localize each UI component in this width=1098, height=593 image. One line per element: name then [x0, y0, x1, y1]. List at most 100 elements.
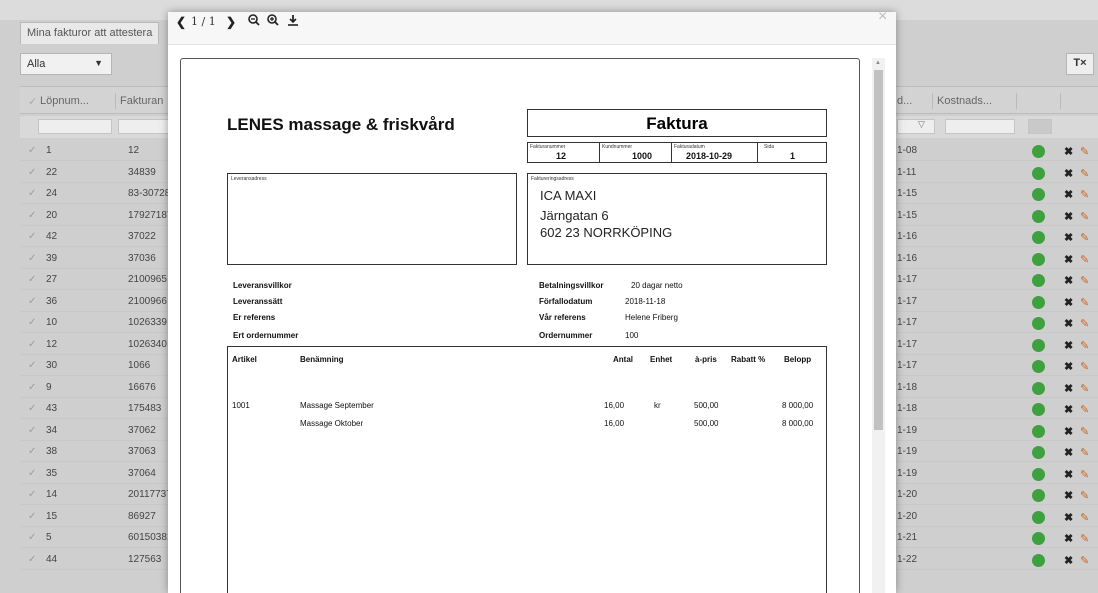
attest-icon[interactable]: ✖ — [1064, 382, 1073, 395]
edit-icon[interactable]: ✎ — [1080, 468, 1089, 481]
attest-icon[interactable]: ✖ — [1064, 532, 1073, 545]
attest-icon[interactable]: ✖ — [1064, 317, 1073, 330]
filter-input-fakturanummer[interactable] — [118, 119, 170, 134]
edit-icon[interactable]: ✎ — [1080, 446, 1089, 459]
attest-icon[interactable]: ✖ — [1064, 468, 1073, 481]
column-header-lopnummer[interactable]: Löpnum... — [40, 95, 89, 107]
label-var-referens: Vår referens — [539, 313, 586, 322]
row-check-icon[interactable]: ✓ — [28, 511, 36, 522]
row-check-icon[interactable]: ✓ — [28, 145, 36, 156]
attest-icon[interactable]: ✖ — [1064, 167, 1073, 180]
filter-input-date[interactable] — [897, 119, 935, 134]
row-check-icon[interactable]: ✓ — [28, 532, 36, 543]
row-check-icon[interactable]: ✓ — [28, 382, 36, 393]
download-icon[interactable] — [285, 12, 301, 34]
pdf-scrollbar[interactable]: ▲ — [872, 58, 885, 593]
zoom-in-icon[interactable] — [265, 12, 281, 34]
row-check-icon[interactable]: ✓ — [28, 231, 36, 242]
value-var-referens: Helene Friberg — [625, 313, 678, 322]
row-check-icon[interactable]: ✓ — [28, 554, 36, 565]
attest-icon[interactable]: ✖ — [1064, 188, 1073, 201]
column-header-rabatt: Rabatt % — [731, 355, 766, 364]
row-check-icon[interactable]: ✓ — [28, 425, 36, 436]
row-fakturanummer: 1066 — [128, 360, 151, 371]
column-header-date[interactable]: d... — [897, 95, 912, 107]
status-ok-icon — [1032, 446, 1045, 459]
row-date: 1-15 — [897, 209, 918, 221]
column-header-fakturanummer[interactable]: Fakturan — [120, 95, 163, 107]
row-check-icon[interactable]: ✓ — [28, 188, 36, 199]
edit-icon[interactable]: ✎ — [1080, 210, 1089, 223]
attest-icon[interactable]: ✖ — [1064, 274, 1073, 287]
row-date: 1-17 — [897, 295, 918, 307]
edit-icon[interactable]: ✎ — [1080, 403, 1089, 416]
attest-icon[interactable]: ✖ — [1064, 231, 1073, 244]
attest-icon[interactable]: ✖ — [1064, 489, 1073, 502]
edit-icon[interactable]: ✎ — [1080, 489, 1089, 502]
scroll-up-icon[interactable]: ▲ — [875, 60, 881, 66]
row-check-icon[interactable]: ✓ — [28, 253, 36, 264]
column-header-kostnadsstalle[interactable]: Kostnads... — [937, 95, 992, 107]
clear-filter-icon[interactable]: T× — [1066, 53, 1094, 75]
row-fakturanummer: 20117737 — [128, 489, 172, 500]
scrollbar-thumb[interactable] — [874, 70, 883, 430]
row-check-icon[interactable]: ✓ — [28, 446, 36, 457]
row-check-icon[interactable]: ✓ — [28, 274, 36, 285]
edit-icon[interactable]: ✎ — [1080, 274, 1089, 287]
attest-icon[interactable]: ✖ — [1064, 296, 1073, 309]
row-lopnummer: 12 — [46, 338, 58, 350]
filter-input-lopnummer[interactable] — [38, 119, 112, 134]
header-checkbox[interactable]: ✓ — [28, 95, 37, 108]
edit-icon[interactable]: ✎ — [1080, 231, 1089, 244]
row-check-icon[interactable]: ✓ — [28, 296, 36, 307]
row-check-icon[interactable]: ✓ — [28, 403, 36, 414]
attest-icon[interactable]: ✖ — [1064, 360, 1073, 373]
attest-icon[interactable]: ✖ — [1064, 403, 1073, 416]
next-page-icon[interactable]: ❯ — [226, 12, 236, 34]
edit-icon[interactable]: ✎ — [1080, 554, 1089, 567]
edit-icon[interactable]: ✎ — [1080, 360, 1089, 373]
attest-icon[interactable]: ✖ — [1064, 511, 1073, 524]
edit-icon[interactable]: ✎ — [1080, 425, 1089, 438]
attest-icon[interactable]: ✖ — [1064, 339, 1073, 352]
row-check-icon[interactable]: ✓ — [28, 167, 36, 178]
chevron-down-icon: ▼ — [94, 58, 103, 68]
row-check-icon[interactable]: ✓ — [28, 339, 36, 350]
attest-icon[interactable]: ✖ — [1064, 446, 1073, 459]
status-filter-select[interactable]: Alla ▼ — [20, 53, 112, 75]
row-check-icon[interactable]: ✓ — [28, 210, 36, 221]
row-lopnummer: 20 — [46, 209, 58, 221]
edit-icon[interactable]: ✎ — [1080, 532, 1089, 545]
row-check-icon[interactable]: ✓ — [28, 468, 36, 479]
edit-icon[interactable]: ✎ — [1080, 188, 1089, 201]
edit-icon[interactable]: ✎ — [1080, 317, 1089, 330]
row-date: 1-16 — [897, 231, 918, 242]
status-ok-icon — [1032, 166, 1045, 180]
edit-icon[interactable]: ✎ — [1080, 339, 1089, 352]
column-header-artikel: Artikel — [232, 355, 257, 364]
edit-icon[interactable]: ✎ — [1080, 253, 1089, 266]
column-divider — [932, 93, 933, 109]
zoom-out-icon[interactable] — [246, 12, 262, 34]
meta-value: 1 — [790, 151, 796, 161]
edit-icon[interactable]: ✎ — [1080, 296, 1089, 309]
edit-icon[interactable]: ✎ — [1080, 167, 1089, 180]
row-check-icon[interactable]: ✓ — [28, 317, 36, 328]
filter-funnel-icon[interactable]: ▽ — [918, 119, 925, 130]
tab-my-invoices[interactable]: Mina fakturor att attestera — [20, 22, 160, 44]
attest-icon[interactable]: ✖ — [1064, 425, 1073, 438]
edit-icon[interactable]: ✎ — [1080, 511, 1089, 524]
close-icon[interactable]: × — [878, 8, 887, 26]
filter-input-kostnadsstalle[interactable] — [945, 119, 1015, 134]
row-check-icon[interactable]: ✓ — [28, 360, 36, 371]
attest-icon[interactable]: ✖ — [1064, 145, 1073, 158]
attest-icon[interactable]: ✖ — [1064, 210, 1073, 223]
edit-icon[interactable]: ✎ — [1080, 382, 1089, 395]
label-forfallodatum: Förfallodatum — [539, 297, 593, 306]
row-check-icon[interactable]: ✓ — [28, 489, 36, 500]
attest-icon[interactable]: ✖ — [1064, 554, 1073, 567]
attest-icon[interactable]: ✖ — [1064, 253, 1073, 266]
filter-input-status[interactable] — [1028, 119, 1052, 134]
edit-icon[interactable]: ✎ — [1080, 145, 1089, 158]
previous-page-icon[interactable]: ❮ — [176, 12, 186, 34]
